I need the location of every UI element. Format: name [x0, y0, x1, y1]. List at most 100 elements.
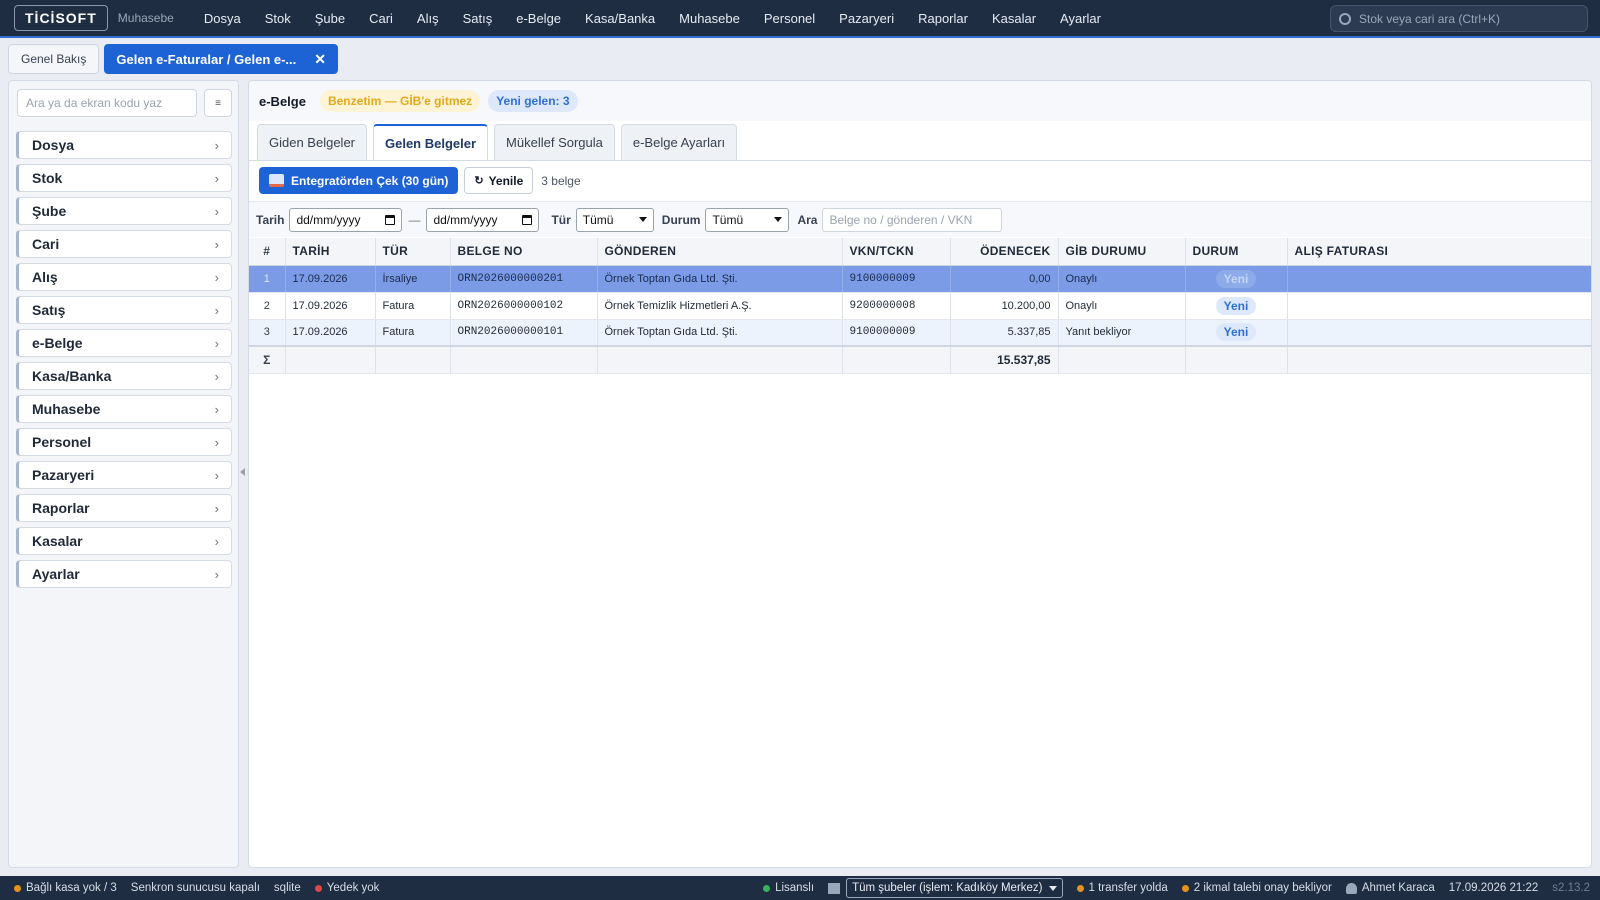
cash-status: Bağlı kasa yok / 3 [14, 882, 117, 894]
chevron-right-icon: › [214, 170, 219, 186]
status-select-value: Tümü [712, 212, 744, 227]
sidebar-item-alis[interactable]: Alış › [16, 263, 232, 291]
calendar-icon[interactable] [385, 214, 396, 225]
cell-doc-no: ORN2026000000101 [450, 319, 598, 347]
branch-select[interactable]: Tüm şubeler (işlem: Kadıköy Merkez) [846, 878, 1063, 898]
date-filter-label: Tarih [256, 212, 285, 227]
close-icon[interactable]: ✕ [314, 51, 326, 68]
app-subtitle: Muhasebe [117, 11, 174, 25]
top-menu-cari[interactable]: Cari [357, 11, 405, 26]
total-empty-cell [1058, 345, 1186, 374]
sidebar-item-kasalar[interactable]: Kasalar › [16, 527, 232, 555]
top-menu-ebelge[interactable]: e-Belge [504, 11, 573, 26]
sidebar-item-ayarlar[interactable]: Ayarlar › [16, 560, 232, 588]
tab-mukellef-sorgula[interactable]: Mükellef Sorgula [494, 124, 615, 160]
cell-sender: Örnek Temizlik Hizmetleri A.Ş. [597, 292, 843, 320]
tab-ebelge-ayarlari[interactable]: e-Belge Ayarları [620, 124, 738, 160]
cell-purchase-invoice [1287, 265, 1591, 293]
top-menu-satis[interactable]: Satış [451, 11, 505, 26]
column-header[interactable]: ALIŞ FATURASI [1287, 238, 1591, 266]
total-amount: 15.537,85 [950, 345, 1059, 374]
top-menu: Dosya Stok Şube Cari Alış Satış e-Belge … [192, 11, 1113, 26]
transfer-status[interactable]: 1 transfer yolda [1076, 882, 1168, 894]
document-search-input[interactable] [822, 207, 1003, 232]
global-search-input[interactable] [1359, 11, 1579, 26]
tab-giden-belgeler[interactable]: Giden Belgeler [257, 124, 367, 160]
column-header[interactable]: DURUM [1185, 238, 1288, 266]
column-header[interactable]: VKN/TCKN [842, 238, 951, 266]
date-from-input[interactable]: dd/mm/yyyy [289, 207, 403, 232]
top-menu-kasalar[interactable]: Kasalar [980, 11, 1048, 26]
sidebar-item-label: e-Belge [32, 335, 83, 351]
refresh-icon: ↻ [474, 175, 484, 187]
sidebar-item-sube[interactable]: Şube › [16, 197, 232, 225]
warning-dot-icon [1181, 884, 1189, 892]
license-status: Lisanslı [763, 882, 814, 894]
warning-dot-icon [1076, 884, 1084, 892]
global-search[interactable] [1330, 5, 1588, 32]
column-header[interactable]: GÖNDEREN [597, 238, 843, 266]
sidebar-search-input[interactable] [17, 89, 197, 117]
status-select[interactable]: Tümü [705, 207, 790, 232]
column-header[interactable]: GİB DURUMU [1058, 238, 1186, 266]
chevron-right-icon: › [214, 533, 219, 549]
sidebar-item-muhasebe[interactable]: Muhasebe › [16, 395, 232, 423]
sidebar-item-pazaryeri[interactable]: Pazaryeri › [16, 461, 232, 489]
sidebar-collapse-icon[interactable] [240, 468, 245, 476]
date-from-value: dd/mm/yyyy [296, 212, 361, 227]
type-select[interactable]: Tümü [575, 207, 654, 232]
table-header-row: # TARİH TÜR BELGE NO GÖNDEREN VKN/TCKN Ö… [249, 238, 1591, 266]
request-status[interactable]: 2 ikmal talebi onay bekliyor [1181, 882, 1332, 894]
fetch-from-integrator-button[interactable]: Entegratörden Çek (30 gün) [259, 167, 459, 194]
date-to-input[interactable]: dd/mm/yyyy [426, 207, 540, 232]
sidebar-item-stok[interactable]: Stok › [16, 164, 232, 192]
top-menu-stok[interactable]: Stok [253, 11, 303, 26]
top-menu-ayarlar[interactable]: Ayarlar [1048, 11, 1113, 26]
sidebar-item-kasa-banka[interactable]: Kasa/Banka › [16, 362, 232, 390]
sidebar-item-satis[interactable]: Satış › [16, 296, 232, 324]
cell-purchase-invoice [1287, 319, 1591, 347]
top-menu-muhasebe[interactable]: Muhasebe [667, 11, 752, 26]
chevron-right-icon: › [214, 302, 219, 318]
user-info[interactable]: Ahmet Karaca [1345, 882, 1435, 894]
cell-vkn: 9200000008 [842, 292, 951, 320]
top-menu-kasa-banka[interactable]: Kasa/Banka [573, 11, 667, 26]
top-menu-personel[interactable]: Personel [752, 11, 827, 26]
sidebar-item-ebelge[interactable]: e-Belge › [16, 329, 232, 357]
user-name: Ahmet Karaca [1361, 882, 1435, 894]
brand-logo[interactable]: TİCİSOFT [14, 5, 108, 31]
table-row[interactable]: 1 17.09.2026 İrsaliye ORN2026000000201 Ö… [249, 265, 1591, 293]
column-header[interactable]: # [249, 238, 286, 266]
page-tab-gelen-efaturalar[interactable]: Gelen e-Faturalar / Gelen e-... ✕ [104, 44, 339, 74]
tab-gelen-belgeler[interactable]: Gelen Belgeler [373, 124, 489, 160]
column-header[interactable]: TÜR [375, 238, 451, 266]
refresh-button[interactable]: ↻ Yenile [464, 167, 534, 194]
inbox-icon [269, 174, 284, 187]
column-header[interactable]: BELGE NO [450, 238, 598, 266]
cell-amount: 10.200,00 [950, 292, 1059, 320]
cell-vkn: 9100000009 [842, 319, 951, 347]
branch-select-value: Tüm şubeler (işlem: Kadıköy Merkez) [852, 882, 1043, 894]
top-menu-pazaryeri[interactable]: Pazaryeri [827, 11, 906, 26]
sidebar-item-personel[interactable]: Personel › [16, 428, 232, 456]
menu-icon[interactable]: ≡ [204, 89, 232, 117]
sidebar-item-dosya[interactable]: Dosya › [16, 131, 232, 159]
type-filter-label: Tür [551, 212, 571, 227]
sidebar-item-raporlar[interactable]: Raporlar › [16, 494, 232, 522]
sidebar-item-label: Dosya [32, 137, 75, 153]
top-menu-sube[interactable]: Şube [303, 11, 357, 26]
top-menu-raporlar[interactable]: Raporlar [906, 11, 980, 26]
status-bar: Bağlı kasa yok / 3 Senkron sunucusu kapa… [0, 876, 1600, 900]
table-row[interactable]: 3 17.09.2026 Fatura ORN2026000000101 Örn… [249, 319, 1591, 347]
page-tab-genel-bakis[interactable]: Genel Bakış [8, 44, 100, 74]
top-menu-alis[interactable]: Alış [405, 11, 451, 26]
chevron-down-icon [638, 217, 647, 222]
sidebar-item-cari[interactable]: Cari › [16, 230, 232, 258]
date-to-value: dd/mm/yyyy [433, 212, 498, 227]
transfer-status-text: 1 transfer yolda [1088, 882, 1168, 894]
column-header[interactable]: ÖDENECEK [950, 238, 1059, 266]
calendar-icon[interactable] [522, 214, 533, 225]
table-row[interactable]: 2 17.09.2026 Fatura ORN2026000000102 Örn… [249, 292, 1591, 320]
column-header[interactable]: TARİH [285, 238, 376, 266]
top-menu-dosya[interactable]: Dosya [192, 11, 253, 26]
